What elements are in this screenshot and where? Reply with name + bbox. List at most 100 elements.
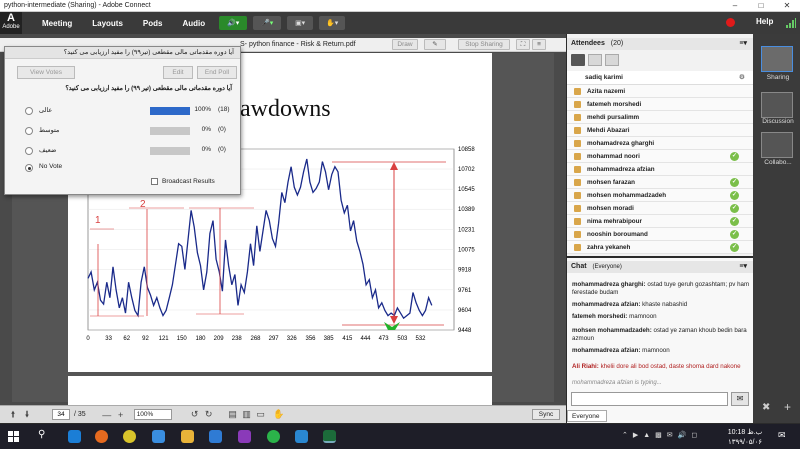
sync-button[interactable]: Sync <box>532 409 560 420</box>
attendee-row[interactable]: fatemeh morshedi <box>567 98 753 111</box>
attendee-row[interactable]: mohamadreza gharghi <box>567 137 753 150</box>
menu-layouts[interactable]: Layouts <box>92 19 123 28</box>
attendee-row[interactable]: mohsen moradi ✓ <box>567 202 753 215</box>
layout-collaboration-thumb[interactable] <box>761 132 793 158</box>
attendee-row[interactable]: zahra yekaneh ✓ <box>567 241 753 254</box>
attendee-row[interactable]: Azita nazemi <box>567 85 753 98</box>
fit-width-icon[interactable]: ▥ <box>240 409 254 420</box>
photos-icon[interactable] <box>295 430 308 443</box>
edge-icon[interactable] <box>68 430 81 443</box>
onenote-icon[interactable] <box>238 430 251 443</box>
grid-view-icon[interactable] <box>588 54 602 66</box>
send-icon[interactable]: ✉ <box>731 392 749 406</box>
zoom-in-icon[interactable]: + <box>114 410 128 420</box>
maximize-icon[interactable]: □ <box>748 0 774 12</box>
option-label: No Vote <box>39 163 63 170</box>
chat-input[interactable] <box>571 392 728 406</box>
status-view-icon[interactable] <box>605 54 619 66</box>
speaker-button[interactable]: 🔊▾ <box>219 16 248 30</box>
layout-discussion-label[interactable]: Discussion <box>756 118 800 125</box>
host-name: sadiq karimi <box>585 74 623 81</box>
host-row[interactable]: sadiq karimi ⚙ <box>567 71 753 85</box>
view-votes-button[interactable]: View Votes <box>17 66 75 79</box>
zoom-out-icon[interactable]: — <box>100 410 114 420</box>
pod-menu-icon[interactable]: ≡▾ <box>739 261 747 273</box>
menu-audio[interactable]: Audio <box>182 19 205 28</box>
radio-button[interactable] <box>25 107 33 115</box>
windows-start-icon[interactable] <box>8 431 19 442</box>
attendee-row[interactable]: Mehdi Abazari <box>567 124 753 137</box>
zoom-select[interactable]: 100% <box>133 409 172 420</box>
attendee-row[interactable]: mohammadreza afzian <box>567 163 753 176</box>
menu-meeting[interactable]: Meeting <box>42 19 72 28</box>
attendees-header: Attendees (20) ≡▾ <box>567 38 753 50</box>
arrow-down-icon[interactable]: 🠛 <box>20 407 34 423</box>
draw-button[interactable]: Draw <box>392 39 418 50</box>
firefox-icon[interactable] <box>95 430 108 443</box>
attendee-row[interactable]: mohammad noori ✓ <box>567 150 753 163</box>
pod-options-icon[interactable]: ≡ <box>532 39 546 50</box>
taskbar-time[interactable]: 10:18 ب.ظ <box>720 428 770 436</box>
chrome-icon[interactable] <box>123 430 136 443</box>
attendee-row[interactable]: mehdi pursalimm <box>567 111 753 124</box>
close-icon[interactable]: ✕ <box>774 0 800 12</box>
layout-discussion-thumb[interactable] <box>761 92 793 118</box>
attendee-row[interactable]: mohsen mohammadzadeh ✓ <box>567 189 753 202</box>
stop-sharing-button[interactable]: Stop Sharing <box>458 39 510 50</box>
host-settings-icon[interactable]: ⚙ <box>739 71 745 85</box>
poll-option[interactable]: ضعیف 0% (0) <box>5 145 242 157</box>
pod-menu-icon[interactable]: ≡▾ <box>739 38 747 50</box>
minimize-icon[interactable]: – <box>722 0 748 12</box>
microphone-button[interactable]: 🎤▾ <box>253 16 282 30</box>
vscode-icon[interactable] <box>209 430 222 443</box>
option-count: (0) <box>218 126 226 133</box>
tab-everyone[interactable]: Everyone <box>567 410 607 422</box>
record-icon[interactable] <box>726 18 735 27</box>
taskbar-date[interactable]: ۱۳۹۹/۰۵/۰۶ <box>720 438 770 446</box>
camera-button[interactable]: ▣▾ <box>287 16 314 30</box>
menu-pods[interactable]: Pods <box>143 19 163 28</box>
system-tray-icons[interactable]: ⌃▶▲▩✉🔊◻ <box>622 431 702 439</box>
camera-icon: ▣▾ <box>295 20 306 27</box>
whatsapp-icon[interactable] <box>267 430 280 443</box>
search-icon[interactable]: ⚲ <box>38 429 45 440</box>
poll-option[interactable]: متوسط 0% (0) <box>5 125 242 137</box>
list-view-icon[interactable] <box>571 54 585 66</box>
fit-page-icon[interactable]: ▤ <box>226 409 240 420</box>
internet-explorer-icon[interactable] <box>152 430 165 443</box>
broadcast-checkbox[interactable] <box>151 178 158 185</box>
hand-tool-icon[interactable]: ✋ <box>272 409 286 420</box>
result-bar <box>150 107 190 115</box>
rotate-right-icon[interactable]: ↻ <box>202 409 216 420</box>
add-layout-icon[interactable]: + <box>784 400 791 414</box>
attendee-row[interactable]: nooshin boroumand ✓ <box>567 228 753 241</box>
end-poll-button[interactable]: End Poll <box>197 66 237 79</box>
file-explorer-icon[interactable] <box>181 430 194 443</box>
radio-button[interactable] <box>25 127 33 135</box>
raise-hand-icon: ✋▾ <box>326 20 339 27</box>
layout-sharing-thumb[interactable] <box>761 46 793 72</box>
attendee-row[interactable]: nima mehrabipour ✓ <box>567 215 753 228</box>
chat-text: mamnoon <box>642 347 670 354</box>
pen-icon[interactable]: ✎ <box>424 39 446 50</box>
radio-button[interactable] <box>25 164 33 172</box>
arrow-up-icon[interactable]: 🠙 <box>6 407 20 423</box>
edit-button[interactable]: Edit <box>163 66 193 79</box>
adobe-connect-taskbar-icon[interactable] <box>323 430 336 443</box>
rotate-left-icon[interactable]: ↺ <box>188 409 202 420</box>
document-icon[interactable]: ▭ <box>254 409 268 420</box>
x-tick-label: 62 <box>123 336 130 342</box>
page-number-input[interactable] <box>52 409 70 420</box>
poll-option-no-vote[interactable]: No Vote <box>5 162 242 174</box>
attendee-row[interactable]: mohsen farazan ✓ <box>567 176 753 189</box>
poll-option[interactable]: عالی 100% (18) <box>5 105 242 117</box>
notifications-icon[interactable]: ✉ <box>778 430 786 441</box>
close-layout-icon[interactable]: ✖ <box>762 402 770 413</box>
layout-sharing-label[interactable]: Sharing <box>756 74 800 81</box>
layout-collaboration-label[interactable]: Collabo... <box>756 159 800 166</box>
result-bar-fill <box>150 107 190 115</box>
status-button[interactable]: ✋▾ <box>319 16 346 30</box>
menu-help[interactable]: Help <box>756 17 773 26</box>
fullscreen-icon[interactable]: ⛶ <box>516 39 530 50</box>
radio-button[interactable] <box>25 147 33 155</box>
